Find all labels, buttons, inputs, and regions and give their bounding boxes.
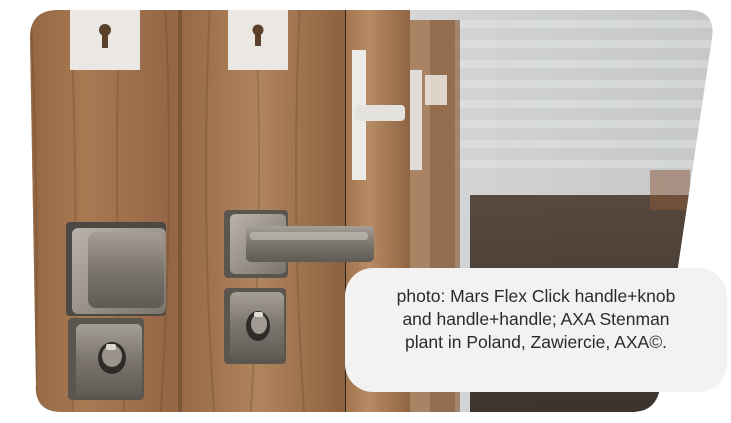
cylinder-rosette-icon: [68, 318, 144, 400]
knob-plate-icon: [66, 222, 166, 316]
keyhole-escutcheon-icon: [70, 10, 140, 70]
photo-caption-box: photo: Mars Flex Click handle+knob and h…: [345, 268, 727, 392]
photo-caption: photo: Mars Flex Click handle+knob and h…: [396, 286, 676, 352]
photo-card: photo: Mars Flex Click handle+knob and h…: [0, 0, 731, 423]
